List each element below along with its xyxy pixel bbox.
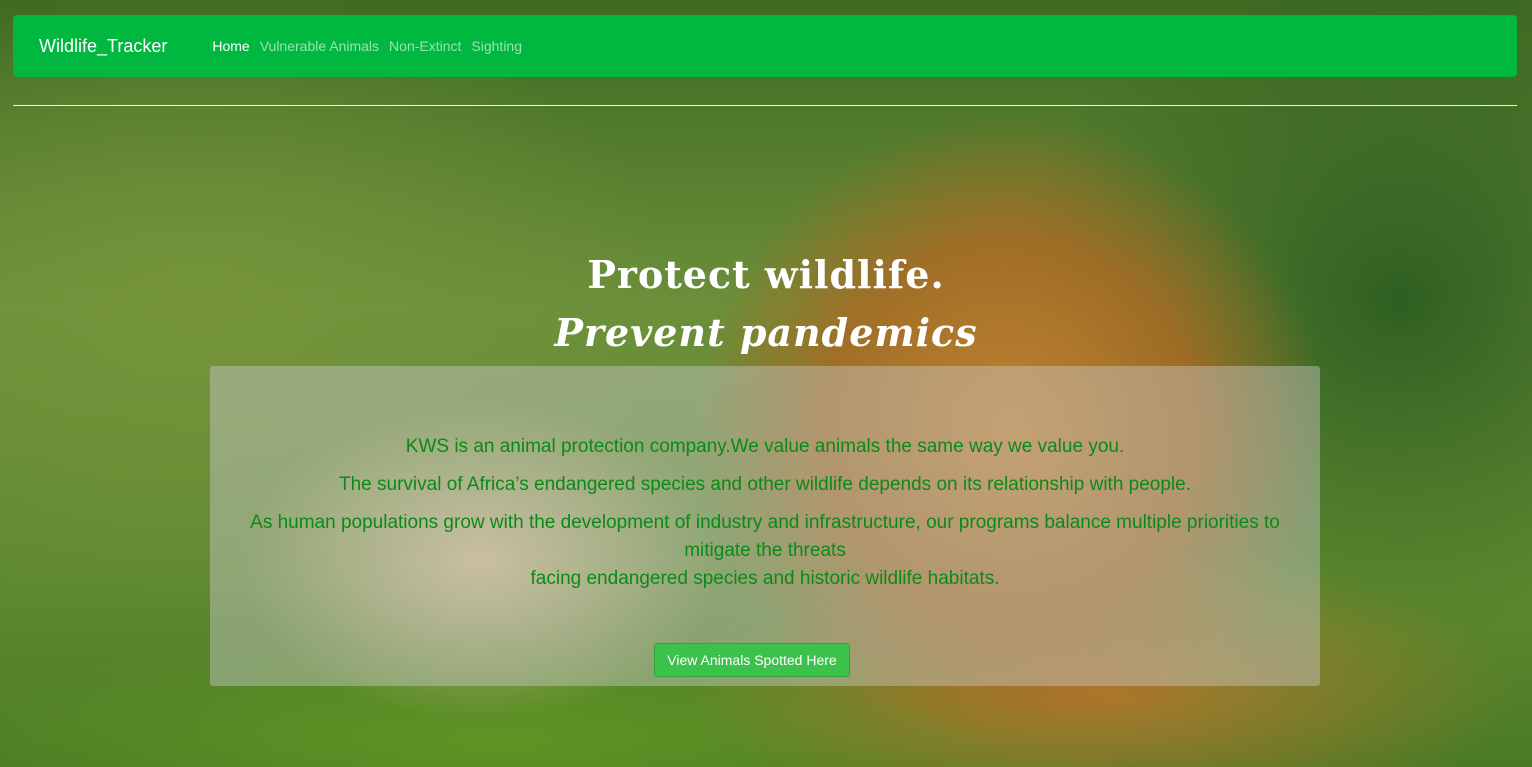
top-navbar: Wildlife_Tracker Home Vulnerable Animals… <box>13 15 1517 77</box>
brand-logo[interactable]: Wildlife_Tracker <box>39 36 167 57</box>
programs-line-2: facing endangered species and historic w… <box>530 568 1000 589</box>
survival-paragraph: The survival of Africa’s endangered spec… <box>339 474 1191 495</box>
divider <box>13 105 1517 106</box>
programs-paragraph: As human populations grow with the devel… <box>210 509 1320 593</box>
nav-vulnerable-animals[interactable]: Vulnerable Animals <box>260 38 379 54</box>
nav-sighting[interactable]: Sighting <box>471 38 522 54</box>
info-panel: KWS is an animal protection company.We v… <box>210 366 1320 686</box>
programs-line-1: As human populations grow with the devel… <box>250 512 1280 561</box>
intro-paragraph: KWS is an animal protection company.We v… <box>405 436 1125 457</box>
nav-home[interactable]: Home <box>212 38 249 54</box>
nav-non-extinct[interactable]: Non-Extinct <box>389 38 461 54</box>
hero-subtitle: Prevent pandemics <box>554 310 978 355</box>
hero-title: Protect wildlife. <box>587 252 945 297</box>
view-animals-button[interactable]: View Animals Spotted Here <box>654 643 850 677</box>
